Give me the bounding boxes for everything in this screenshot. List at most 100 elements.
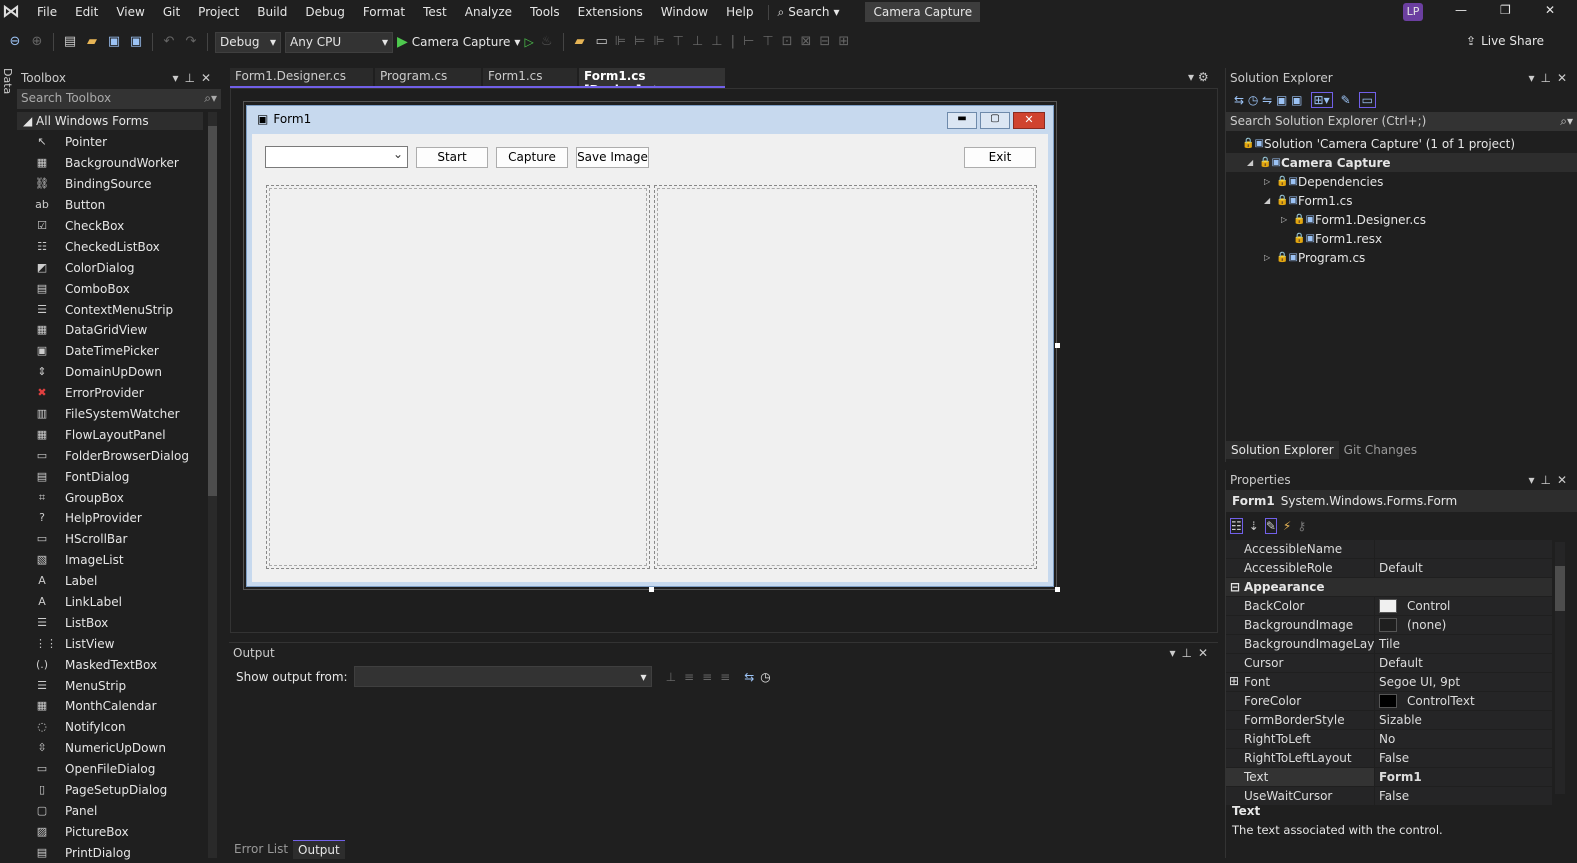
property-value[interactable]: False — [1374, 749, 1552, 767]
tab-program-cs[interactable]: Program.cs — [375, 68, 481, 86]
solution-search-input[interactable]: Search Solution Explorer (Ctrl+;) ⌕▾ — [1226, 112, 1577, 131]
property-row[interactable]: BackgroundImageLayout Tile — [1226, 635, 1552, 654]
open-icon[interactable]: ▰ — [83, 33, 101, 51]
tab-form1-designer-cs[interactable]: Form1.Designer.cs — [230, 68, 373, 86]
form-close-button[interactable]: ✕ — [1013, 112, 1045, 129]
search-button[interactable]: ⌕ Search ▾ — [768, 4, 847, 20]
solution-tree-item[interactable]: ◢ 🔒▣ Form1.cs — [1226, 191, 1577, 210]
toolbox-item[interactable]: A Label — [17, 571, 221, 592]
toolbox-item[interactable]: ▦ BackgroundWorker — [17, 153, 221, 174]
properties-toolbar[interactable]: ☷ ⇣ ✎ ⚡ ⚷ — [1226, 512, 1577, 540]
redo-icon[interactable]: ↷ — [182, 33, 200, 51]
property-row[interactable]: AccessibleName — [1226, 540, 1552, 559]
tab-error-list[interactable]: Error List — [229, 840, 293, 859]
property-row[interactable]: AccessibleRole Default — [1226, 559, 1552, 578]
menu-file[interactable]: File — [28, 5, 66, 19]
layout-icon[interactable]: ▭ — [593, 33, 611, 51]
toolbox-item[interactable]: ▯ PageSetupDialog — [17, 780, 221, 801]
toolbox-item[interactable]: ▦ MonthCalendar — [17, 696, 221, 717]
menu-view[interactable]: View — [107, 5, 153, 19]
toolbox-item[interactable]: ☰ MenuStrip — [17, 675, 221, 696]
new-project-icon[interactable]: ▤ — [61, 33, 79, 51]
property-value[interactable]: Default — [1374, 654, 1552, 672]
toolbox-item[interactable]: (.) MaskedTextBox — [17, 654, 221, 675]
run-target-button[interactable]: Camera Capture — [412, 35, 511, 49]
menu-git[interactable]: Git — [154, 5, 189, 19]
play-icon[interactable]: ▶ — [397, 34, 408, 50]
avatar[interactable]: LP — [1403, 3, 1423, 21]
toolbox-group-header[interactable]: ◢ All Windows Forms — [17, 112, 203, 130]
maximize-button[interactable]: ❐ — [1500, 3, 1511, 17]
toolbox-item[interactable]: ▭ OpenFileDialog — [17, 759, 221, 780]
form-window[interactable]: ▣ Form1 ▬ ▢ ✕ ⌄ Start Capture Save Image … — [246, 105, 1054, 587]
configuration-select[interactable]: Debug ▾ — [215, 31, 281, 53]
output-toolbar-icons[interactable]: ⊥≡≡≡ — [666, 670, 739, 684]
property-row[interactable]: Font ⊞ Segoe UI, 9pt — [1226, 673, 1552, 692]
toolbox-item[interactable]: ☰ ListBox — [17, 612, 221, 633]
property-value[interactable]: Form1 — [1374, 768, 1552, 786]
property-row[interactable]: RightToLeftLayout False — [1226, 749, 1552, 768]
tab-form1-cs[interactable]: Form1.cs — [483, 68, 577, 86]
expander-icon[interactable]: ▷ — [1264, 253, 1276, 262]
toolbox-item[interactable]: ⛓ BindingSource — [17, 174, 221, 195]
live-share-button[interactable]: ⇪ Live Share — [1466, 34, 1544, 48]
panel-controls[interactable]: ▾⊥✕ — [1528, 71, 1573, 85]
toolbox-item[interactable]: ▭ HScrollBar — [17, 529, 221, 550]
platform-select[interactable]: Any CPU ▾ — [285, 31, 393, 53]
property-row[interactable]: UseWaitCursor False — [1226, 787, 1552, 806]
property-category[interactable]: ⊟ Appearance — [1226, 578, 1552, 597]
menu-analyze[interactable]: Analyze — [456, 5, 521, 19]
menu-project[interactable]: Project — [189, 5, 248, 19]
property-value[interactable]: Default — [1374, 559, 1552, 577]
toolbox-item[interactable]: ⋮⋮ ListView — [17, 633, 221, 654]
tab-solution-explorer[interactable]: Solution Explorer — [1226, 441, 1339, 459]
alignment-icons[interactable]: ⊫⊨⊫⊤⊥⊥|⊢⊤⊡⊠⊟⊞ — [615, 33, 915, 51]
solution-tree-item[interactable]: 🔒▣ Form1.resx — [1226, 229, 1577, 248]
expander-icon[interactable]: ▷ — [1281, 215, 1293, 224]
menu-test[interactable]: Test — [414, 5, 456, 19]
toolbox-item[interactable]: ☷ CheckedListBox — [17, 236, 221, 257]
visual-studio-logo-icon[interactable]: ⋈ — [0, 1, 22, 23]
solution-tree-item[interactable]: 🔒▣ Solution 'Camera Capture' (1 of 1 proj… — [1226, 134, 1577, 153]
property-value[interactable]: No — [1374, 730, 1552, 748]
tab-form1-cs-design-[interactable]: Form1.cs [Design]⊥ ✕ — [579, 68, 725, 97]
clock-icon[interactable]: ◷ — [760, 670, 770, 684]
toolbox-item[interactable]: ▧ ImageList — [17, 550, 221, 571]
toolbox-search-input[interactable]: Search Toolbox ⌕▾ — [17, 89, 221, 109]
resize-handle[interactable] — [649, 587, 654, 592]
toolbox-item[interactable]: ↖ Pointer — [17, 132, 221, 153]
save-all-icon[interactable]: ▣ — [127, 33, 145, 51]
toolbox-item[interactable]: ▭ FolderBrowserDialog — [17, 445, 221, 466]
property-row[interactable]: BackgroundImage (none) — [1226, 616, 1552, 635]
property-value[interactable]: Control — [1374, 597, 1552, 615]
panel-controls[interactable]: ▾⊥✕ — [172, 71, 217, 85]
toolbox-item[interactable]: A LinkLabel — [17, 592, 221, 613]
toolbox-item[interactable]: ab Button — [17, 195, 221, 216]
toolbox-item[interactable]: ⇳ NumericUpDown — [17, 738, 221, 759]
property-value[interactable]: Tile — [1374, 635, 1552, 653]
toolbox-item[interactable]: ▤ FontDialog — [17, 466, 221, 487]
menu-help[interactable]: Help — [717, 5, 762, 19]
form-minimize-button[interactable]: ▬ — [947, 112, 977, 129]
tab-overflow-icon[interactable]: ▾ ⚙ — [1188, 70, 1209, 84]
tab-output[interactable]: Output — [293, 840, 345, 859]
property-row[interactable]: FormBorderStyle Sizable — [1226, 711, 1552, 730]
expander-icon[interactable]: ▷ — [1264, 177, 1276, 186]
solution-tree-item[interactable]: ▷ 🔒▣ Form1.Designer.cs — [1226, 210, 1577, 229]
picture-box-right[interactable] — [654, 185, 1037, 569]
exit-button[interactable]: Exit — [964, 147, 1036, 168]
object-selector[interactable]: Form1 System.Windows.Forms.Form — [1226, 490, 1577, 512]
property-value[interactable] — [1374, 540, 1552, 558]
expander-icon[interactable]: ◢ — [1264, 196, 1276, 205]
toolbox-item[interactable]: ⇕ DomainUpDown — [17, 362, 221, 383]
output-source-select[interactable]: ▾ — [353, 666, 652, 687]
expand-icon[interactable]: ⊞ — [1229, 674, 1239, 688]
solution-toolbar[interactable]: ⇆ ◷ ⇋ ▣ ▣ ⊞▾ ✎ ▭ — [1226, 88, 1577, 112]
toolbox-item[interactable]: ▤ ComboBox — [17, 278, 221, 299]
start-button[interactable]: Start — [416, 147, 488, 168]
property-row[interactable]: RightToLeft No — [1226, 730, 1552, 749]
capture-button[interactable]: Capture — [496, 147, 568, 168]
menu-build[interactable]: Build — [248, 5, 296, 19]
solution-tree-item[interactable]: ▷ 🔒▣ Dependencies — [1226, 172, 1577, 191]
toolbox-item[interactable]: ▤ PrintDialog — [17, 842, 221, 863]
